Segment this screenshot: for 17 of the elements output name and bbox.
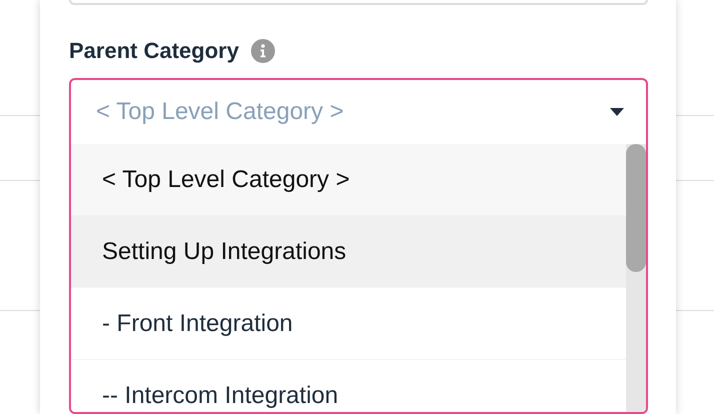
caret-icon bbox=[610, 108, 624, 116]
divider-line bbox=[676, 180, 714, 181]
info-icon[interactable] bbox=[250, 39, 275, 63]
dropdown-option[interactable]: Setting Up Integrations bbox=[71, 216, 626, 288]
scrollbar-track[interactable] bbox=[626, 144, 646, 412]
dropdown-placeholder: < Top Level Category > bbox=[96, 98, 344, 126]
divider-line bbox=[676, 115, 714, 116]
divider-line bbox=[0, 310, 40, 311]
field-label: Parent Category bbox=[69, 38, 239, 64]
scrollbar-thumb[interactable] bbox=[626, 144, 646, 272]
divider-line bbox=[0, 115, 40, 116]
divider-line bbox=[0, 180, 40, 181]
category-dropdown[interactable]: < Top Level Category > < Top Level Category > Setting Up Integrations - Front Integration -- Intercom Integration bbox=[69, 78, 648, 414]
dropdown-option[interactable]: - Front Integration bbox=[71, 288, 626, 360]
dropdown-option[interactable]: < Top Level Category > bbox=[71, 144, 626, 216]
divider-line bbox=[676, 310, 714, 311]
input-field[interactable] bbox=[69, 0, 648, 5]
